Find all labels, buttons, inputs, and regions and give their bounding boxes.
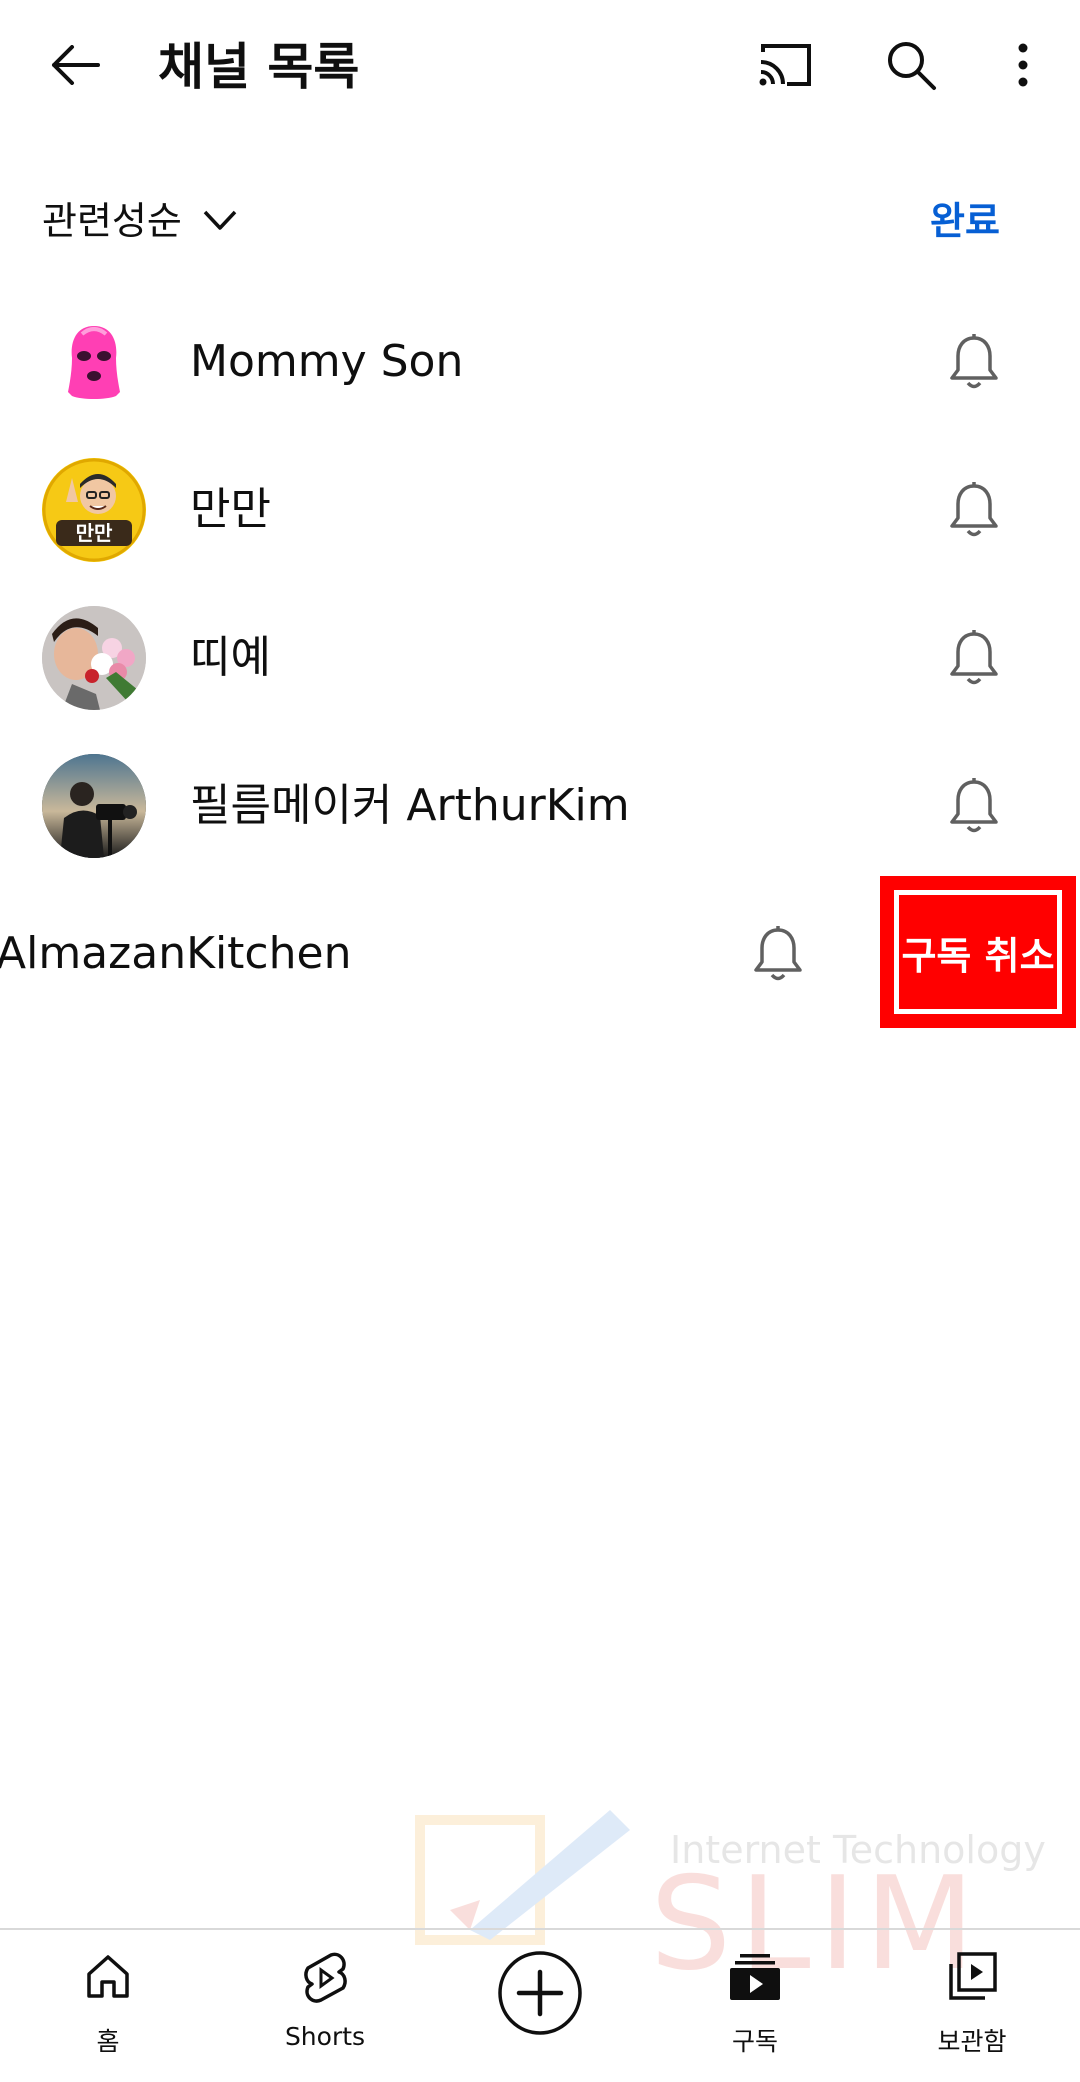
nav-library[interactable]: 보관함: [897, 1930, 1047, 2080]
nav-subscriptions-label: 구독: [731, 2027, 778, 2056]
channel-avatar: [42, 310, 146, 414]
bell-outline-icon: [950, 630, 998, 685]
bottom-navigation: 홈 Shorts 구독 보관함: [0, 1928, 1080, 2082]
channel-name: 만만: [190, 484, 271, 535]
channel-row[interactable]: 띠예: [0, 584, 1080, 732]
nav-shorts-label: Shorts: [284, 2022, 366, 2051]
channel-name: Mommy Son: [190, 336, 464, 387]
back-arrow-icon: [52, 45, 100, 85]
flowers-avatar: [42, 606, 146, 710]
bell-outline-icon: [754, 926, 802, 981]
channel-name: AlmazanKitchen: [0, 928, 352, 979]
create-plus-icon: [498, 1951, 582, 2035]
sort-dropdown[interactable]: 관련성순: [40, 190, 250, 252]
notification-bell-button[interactable]: [752, 924, 804, 984]
chevron-down-icon: [203, 210, 237, 230]
filmmaker-avatar: [42, 754, 146, 858]
channel-row[interactable]: 만만 만만: [0, 436, 1080, 584]
unsubscribe-label: 구독 취소: [901, 933, 1055, 978]
nav-home[interactable]: 홈: [33, 1930, 183, 2080]
channel-name: 필름메이커 ArthurKim: [190, 780, 630, 831]
library-icon: [949, 1952, 997, 2000]
manman-avatar: 만만: [42, 458, 146, 562]
nav-home-label: 홈: [96, 2027, 120, 2056]
channel-name: 띠예: [190, 632, 271, 683]
back-button[interactable]: [40, 30, 110, 100]
channel-avatar: 만만: [42, 458, 146, 562]
done-button[interactable]: 완료: [930, 196, 1000, 246]
notification-bell-button[interactable]: [948, 480, 1000, 540]
search-icon: [888, 42, 936, 90]
more-vertical-icon: [1018, 43, 1028, 87]
nav-create[interactable]: [465, 1930, 615, 2080]
channel-row[interactable]: Mommy Son: [0, 288, 1080, 436]
subscriptions-icon: [730, 1954, 780, 2000]
channel-avatar: [42, 606, 146, 710]
notification-bell-button[interactable]: [948, 332, 1000, 392]
notification-bell-button[interactable]: [948, 628, 1000, 688]
nav-shorts[interactable]: Shorts: [250, 1930, 400, 2080]
channel-avatar: [42, 754, 146, 858]
search-button[interactable]: [876, 30, 946, 100]
pink-balaclava-avatar: [68, 326, 120, 399]
shorts-icon: [304, 1952, 347, 2003]
sort-label: 관련성순: [42, 199, 182, 243]
bell-outline-icon: [950, 482, 998, 537]
nav-library-label: 보관함: [937, 2027, 1007, 2056]
channel-row[interactable]: 필름메이커 ArthurKim: [0, 732, 1080, 880]
bell-outline-icon: [950, 334, 998, 389]
bell-outline-icon: [950, 778, 998, 833]
cast-button[interactable]: [750, 30, 820, 100]
page-title: 채널 목록: [158, 38, 360, 96]
svg-text:만만: 만만: [76, 521, 113, 545]
notification-bell-button[interactable]: [948, 776, 1000, 836]
home-icon: [87, 1955, 129, 1998]
unsubscribe-highlight-box: 구독 취소: [894, 890, 1062, 1014]
unsubscribe-button[interactable]: 구독 취소: [880, 876, 1076, 1028]
cast-icon: [759, 44, 811, 86]
nav-subscriptions[interactable]: 구독: [680, 1930, 830, 2080]
more-options-button[interactable]: [988, 30, 1058, 100]
